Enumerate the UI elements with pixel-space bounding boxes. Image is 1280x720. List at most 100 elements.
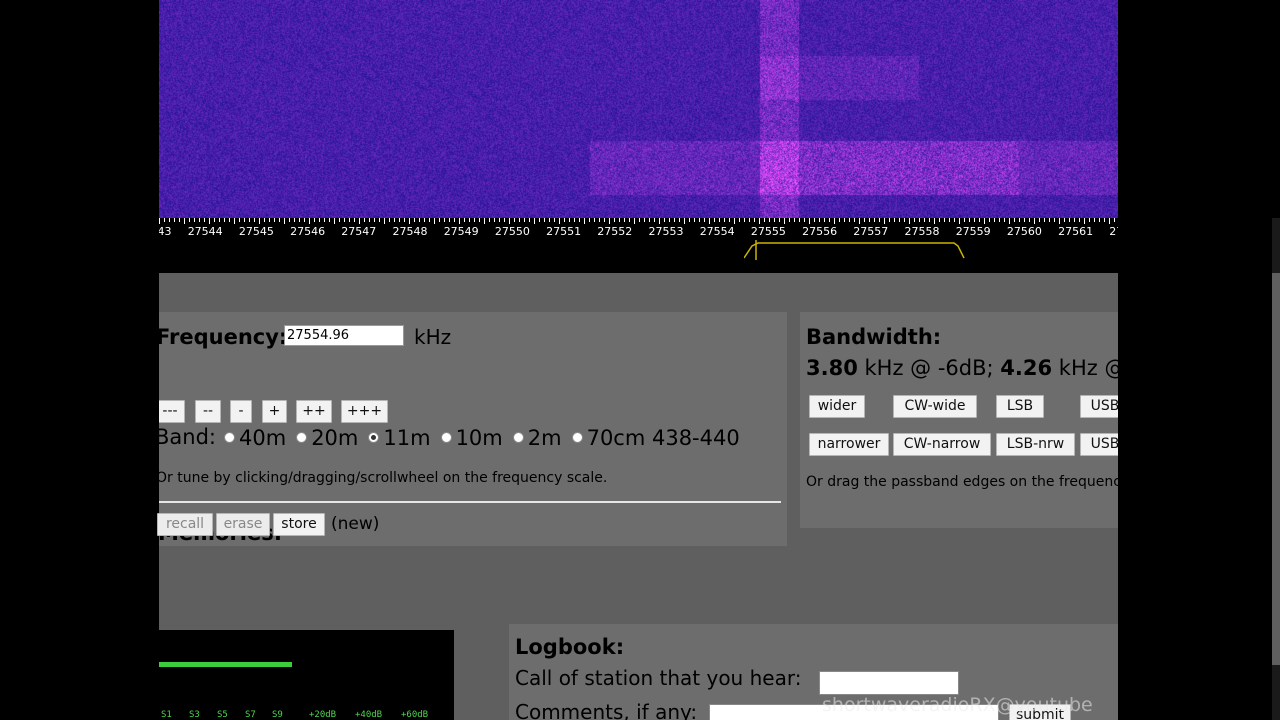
band-option-label: 2m [527, 425, 562, 450]
scale-minor-tick [1049, 218, 1050, 222]
frequency-tick-label: 27550 [494, 225, 530, 238]
scale-minor-tick [1019, 218, 1020, 222]
scale-minor-tick [344, 218, 345, 222]
radio-button[interactable] [224, 432, 235, 443]
scale-minor-tick [189, 218, 190, 222]
frequency-tick-label: 27544 [187, 225, 223, 238]
scale-minor-tick [839, 218, 840, 222]
band-option-10m[interactable]: 10m [440, 426, 503, 450]
frequency-tick-label: 27557 [853, 225, 889, 238]
smeter-scale-label: S1 [161, 710, 172, 720]
scale-minor-tick [914, 218, 915, 222]
step-up-3-button[interactable]: +++ [341, 400, 388, 423]
scale-minor-tick [219, 218, 220, 222]
scale-minor-tick [374, 218, 375, 222]
frequency-tick-label: 27548 [392, 225, 428, 238]
scale-minor-tick [844, 218, 845, 222]
frequency-tick-label: 27555 [750, 225, 786, 238]
step-up-2-button[interactable]: ++ [296, 400, 332, 423]
scale-minor-tick [264, 218, 265, 222]
usb-button[interactable]: USB [1080, 395, 1118, 418]
right-edge-panel [1272, 273, 1280, 665]
frequency-scale[interactable]: 27543 27544 27545 27546 27547 27548 27549 27550… [159, 218, 1118, 242]
frequency-tick-label: 27559 [955, 225, 991, 238]
scale-minor-tick [919, 218, 920, 222]
cw-wide-button[interactable]: CW-wide [893, 395, 977, 418]
call-label: Call of station that you hear: [515, 666, 802, 690]
waterfall-display[interactable] [159, 0, 1118, 220]
lsb-narrow-button[interactable]: LSB-nrw [996, 433, 1075, 456]
scale-minor-tick [1099, 218, 1100, 222]
scale-minor-tick [164, 218, 165, 222]
scale-minor-tick [904, 218, 905, 222]
scale-minor-tick [174, 218, 175, 222]
frequency-input[interactable] [284, 325, 404, 346]
usb-narrow-button[interactable]: USB [1080, 433, 1118, 456]
scale-minor-tick [299, 218, 300, 222]
scale-minor-tick [409, 218, 410, 224]
scale-minor-tick [939, 218, 940, 222]
scale-minor-tick [399, 218, 400, 222]
scale-minor-tick [829, 218, 830, 222]
scale-minor-tick [879, 218, 880, 222]
scale-minor-tick [254, 218, 255, 222]
radio-button[interactable] [512, 432, 524, 443]
bandwidth-readout: 3.80 kHz @ -6dB; 4.26 kHz @ [806, 356, 1118, 380]
band-selector: Band: 40m 20m 11m 10m 2m 70cm 438-440 [159, 424, 750, 450]
scale-minor-tick [819, 218, 820, 222]
wider-button[interactable]: wider [809, 395, 865, 418]
scale-minor-tick [324, 218, 325, 222]
scale-minor-tick [519, 218, 520, 222]
band-option-20m[interactable]: 20m [296, 426, 358, 450]
scale-minor-tick [599, 218, 600, 222]
scale-minor-tick [639, 218, 640, 222]
radio-button[interactable] [571, 432, 583, 443]
narrower-button[interactable]: narrower [809, 433, 889, 456]
scale-minor-tick [1074, 218, 1075, 222]
radio-button[interactable] [296, 432, 308, 443]
lsb-button[interactable]: LSB [996, 395, 1044, 418]
bandwidth-60db-value: 4.26 [1000, 356, 1053, 380]
bandwidth-6db-unit: kHz @ -6dB; [864, 356, 994, 380]
scale-minor-tick [499, 218, 500, 222]
scale-minor-tick [994, 218, 995, 222]
band-option-2m[interactable]: 2m [512, 425, 562, 450]
band-option-11m[interactable]: 11m [368, 426, 431, 450]
radio-button[interactable] [440, 432, 452, 443]
scale-minor-tick [1104, 218, 1105, 222]
frequency-section: Frequency: kHz --- -- - + ++ +++ Band: 4… [159, 312, 787, 546]
scale-minor-tick [364, 218, 365, 222]
step-up-1-button[interactable]: + [262, 400, 287, 423]
step-down-2-button[interactable]: -- [195, 400, 221, 423]
step-down-3-button[interactable]: --- [159, 400, 185, 423]
scale-minor-tick [1054, 218, 1055, 222]
scale-minor-tick [1044, 218, 1045, 222]
waterfall-canvas[interactable] [159, 0, 1118, 220]
scale-minor-tick [669, 218, 670, 222]
scale-minor-tick [434, 218, 435, 224]
recall-button[interactable]: recall [157, 513, 213, 536]
step-down-1-button[interactable]: - [230, 400, 252, 423]
scale-minor-tick [389, 218, 390, 222]
scale-minor-tick [1064, 218, 1065, 222]
store-button[interactable]: store [273, 513, 325, 536]
radio-button[interactable] [368, 432, 380, 443]
frequency-tick-label: 27549 [443, 225, 479, 238]
scale-minor-tick [444, 218, 445, 222]
call-input[interactable] [819, 671, 959, 695]
frequency-unit: kHz [414, 325, 452, 349]
erase-button[interactable]: erase [216, 513, 270, 536]
scale-minor-tick [249, 218, 250, 222]
band-option-40m[interactable]: 40m [224, 426, 286, 450]
scale-minor-tick [224, 218, 225, 222]
scale-minor-tick [274, 218, 275, 222]
section-divider [159, 501, 781, 503]
scale-minor-tick [1109, 218, 1110, 224]
scale-minor-tick [899, 218, 900, 222]
scale-minor-tick [869, 218, 870, 222]
band-option-70cm[interactable]: 70cm 438-440 [571, 426, 740, 450]
signal-level-bar [159, 662, 292, 667]
passband-indicator[interactable] [744, 240, 966, 260]
cw-narrow-button[interactable]: CW-narrow [893, 433, 991, 456]
scale-minor-tick [789, 218, 790, 222]
